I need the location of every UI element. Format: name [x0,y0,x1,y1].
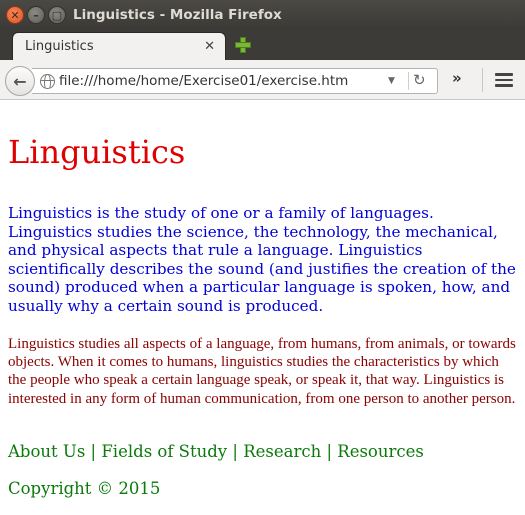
nav-separator: | [227,442,244,461]
about-us-link[interactable]: About Us [8,442,85,461]
tab-strip: Linguistics ✕ [0,30,525,60]
window-close-button[interactable]: ✕ [6,6,24,24]
page-content: Linguistics Linguistics is the study of … [0,101,525,515]
back-button[interactable]: ← [5,66,35,96]
globe-icon [40,74,55,89]
tab-label: Linguistics [25,39,94,54]
url-divider [408,72,409,90]
toolbar-divider [482,68,483,92]
window-controls: ✕ – ▢ [6,6,66,24]
tab-linguistics[interactable]: Linguistics ✕ [12,32,226,60]
window-maximize-button[interactable]: ▢ [48,6,66,24]
nav-separator: | [85,442,102,461]
reload-icon[interactable]: ↻ [413,71,426,89]
url-dropdown-icon[interactable]: ▼ [388,76,395,86]
hamburger-menu-icon[interactable] [495,73,513,87]
footer-navigation: About Us | Fields of Study | Research | … [8,442,424,461]
page-title: Linguistics [8,133,186,171]
fields-of-study-link[interactable]: Fields of Study [101,442,227,461]
intro-paragraph: Linguistics is the study of one or a fam… [8,204,516,315]
new-tab-button[interactable] [234,36,252,54]
url-bar[interactable]: file:///home/home/Exercise01/exercise.ht… [32,68,438,94]
nav-separator: | [321,442,338,461]
window-minimize-button[interactable]: – [27,6,45,24]
resources-link[interactable]: Resources [337,442,424,461]
window-titlebar: ✕ – ▢ Linguistics - Mozilla Firefox [0,0,525,30]
navigation-toolbar: file:///home/home/Exercise01/exercise.ht… [0,60,525,100]
tab-close-icon[interactable]: ✕ [204,39,215,54]
detail-paragraph: Linguistics studies all aspects of a lan… [8,336,516,407]
overflow-chevron-icon[interactable]: » [452,69,462,87]
url-text[interactable]: file:///home/home/Exercise01/exercise.ht… [59,73,348,89]
research-link[interactable]: Research [243,442,321,461]
copyright-text: Copyright © 2015 [8,479,161,498]
window-title: Linguistics - Mozilla Firefox [73,7,282,23]
